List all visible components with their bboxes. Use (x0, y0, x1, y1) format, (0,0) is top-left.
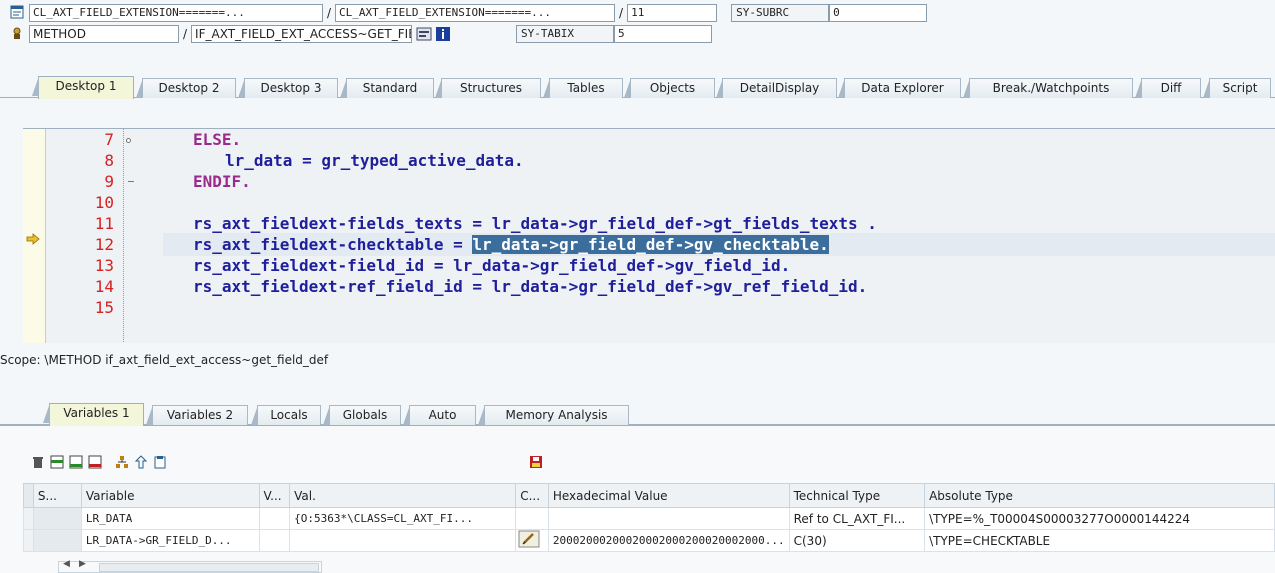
absolute-type-cell: \TYPE=%_T00004S00003277O0000144224 (924, 507, 1275, 530)
desktop-tabbar: Desktop 1 Desktop 2 Desktop 3 Standard S… (0, 74, 1275, 99)
append-row-icon[interactable] (69, 455, 83, 469)
tab-diff[interactable]: Diff (1135, 78, 1201, 98)
technical-type-cell: C(30) (788, 529, 926, 552)
variable-cell[interactable]: LR_DATA (80, 507, 260, 530)
table-header-row: S... Variable V... Val. C... Hexadecimal… (23, 483, 1275, 508)
column-header[interactable]: V... (258, 483, 291, 508)
row-selector[interactable] (32, 529, 82, 552)
tab-globals[interactable]: Globals (323, 405, 401, 425)
tab-auto[interactable]: Auto (403, 405, 476, 425)
code-line[interactable]: rs_axt_fieldext-fields_texts = lr_data->… (193, 213, 877, 234)
tab-desktop-3[interactable]: Desktop 3 (238, 78, 338, 98)
scroll-left-icon[interactable]: ◀ (63, 559, 70, 569)
save-icon[interactable] (529, 455, 543, 469)
horizontal-scrollbar[interactable]: ◀ ▶ (58, 559, 322, 573)
clipboard-icon[interactable] (153, 455, 167, 469)
event-name-field[interactable]: IF_AXT_FIELD_EXT_ACCESS~GET_FIELD_DEF (C… (191, 25, 413, 43)
line-number: 8 (104, 151, 114, 170)
absolute-type-cell: \TYPE=CHECKTABLE (924, 529, 1275, 552)
value-cell[interactable] (289, 529, 517, 552)
tab-variables-1[interactable]: Variables 1 (43, 403, 144, 426)
scroll-right-icon[interactable]: ▶ (79, 559, 86, 569)
info-icon[interactable] (435, 26, 451, 42)
tab-tables[interactable]: Tables (543, 78, 623, 98)
line-numbers: 7 8 9 10 11 12 13 14 15 (46, 129, 118, 343)
sysvar-name-tabix: SY-TABIX (516, 25, 615, 43)
code-line-current[interactable]: rs_axt_fieldext-checktable = lr_data->gr… (193, 234, 829, 255)
insert-row-icon[interactable] (50, 455, 64, 469)
sysvar-name-subrc: SY-SUBRC (731, 4, 830, 22)
table-row[interactable]: LR_DATA {O:5363*\CLASS=CL_AXT_FI... Ref … (23, 507, 1275, 530)
fold-end-icon (128, 181, 134, 182)
tab-structures[interactable]: Structures (435, 78, 541, 98)
sysvar-value-subrc: 0 (829, 4, 928, 22)
event-row: METHOD / IF_AXT_FIELD_EXT_ACCESS~GET_FIE… (10, 24, 713, 44)
delete-icon[interactable] (31, 455, 45, 469)
line-number: 12 (94, 235, 114, 254)
edit-cell[interactable] (515, 529, 549, 552)
variables-tabbar: Variables 1 Variables 2 Locals Globals A… (0, 401, 1275, 426)
line-number: 7 (104, 130, 114, 149)
event-type-field[interactable]: METHOD (29, 25, 179, 43)
row-selector[interactable] (32, 507, 82, 530)
tab-locals[interactable]: Locals (251, 405, 321, 425)
column-header[interactable]: Technical Type (788, 483, 926, 508)
tab-variables-2[interactable]: Variables 2 (146, 405, 248, 425)
current-line-arrow-icon (26, 233, 40, 248)
column-header[interactable]: S... (32, 483, 82, 508)
column-header[interactable]: Variable (80, 483, 260, 508)
pencil-icon[interactable] (518, 530, 540, 551)
value-cell[interactable]: {O:5363*\CLASS=CL_AXT_FI... (289, 507, 517, 530)
scroll-thumb[interactable] (99, 563, 319, 572)
tab-objects[interactable]: Objects (624, 78, 715, 98)
tab-standard[interactable]: Standard (340, 78, 434, 98)
code-line[interactable]: ELSE. (193, 129, 241, 150)
line-number: 10 (94, 193, 114, 212)
fold-marker-icon[interactable] (126, 138, 131, 143)
program-row: CL_AXT_FIELD_EXTENSION=======... / CL_AX… (10, 3, 928, 23)
tab-desktop-1[interactable]: Desktop 1 (32, 76, 134, 99)
variable-cell[interactable]: LR_DATA->GR_FIELD_D... (80, 529, 260, 552)
variables-toolbar (31, 455, 167, 469)
hex-cell (547, 507, 790, 530)
column-header[interactable]: Absolute Type (924, 483, 1275, 508)
column-header[interactable]: C... (515, 483, 549, 508)
method-icon (10, 26, 26, 42)
tab-detaildisplay[interactable]: DetailDisplay (716, 78, 837, 98)
main-program-field[interactable]: CL_AXT_FIELD_EXTENSION=======... (29, 4, 323, 22)
source-editor[interactable]: 7 8 9 10 11 12 13 14 15 ELSE. lr_data = … (23, 128, 1275, 343)
tab-break-watchpoints[interactable]: Break./Watchpoints (963, 78, 1133, 98)
code-selection: lr_data->gr_field_def->gv_checktable. (472, 235, 829, 254)
hierarchy-icon[interactable] (115, 455, 129, 469)
navigate-icon[interactable] (416, 26, 432, 42)
tab-script[interactable]: Script (1203, 78, 1271, 98)
line-number: 14 (94, 277, 114, 296)
table-row[interactable]: LR_DATA->GR_FIELD_D... 20002000200020002… (23, 529, 1275, 552)
fold-guide (123, 129, 124, 343)
code-line[interactable]: ENDIF. (193, 171, 251, 192)
code-plain: rs_axt_fieldext-checktable = (193, 235, 473, 254)
delete-row-icon[interactable] (88, 455, 102, 469)
variables-table: S... Variable V... Val. C... Hexadecimal… (23, 483, 1275, 552)
line-number: 11 (94, 214, 114, 233)
include-field[interactable]: CL_AXT_FIELD_EXTENSION=======... (335, 4, 616, 22)
column-header[interactable]: Hexadecimal Value (547, 483, 790, 508)
tab-data-explorer[interactable]: Data Explorer (838, 78, 961, 98)
tab-desktop-2[interactable]: Desktop 2 (136, 78, 236, 98)
scope-label: Scope: \METHOD if_axt_field_ext_access~g… (0, 353, 329, 367)
line-field[interactable]: 11 (627, 4, 718, 22)
code-line[interactable]: rs_axt_fieldext-field_id = lr_data->gr_f… (193, 255, 790, 276)
code-line[interactable]: lr_data = gr_typed_active_data. (225, 150, 524, 171)
line-number: 13 (94, 256, 114, 275)
breakpoint-gutter[interactable] (23, 129, 46, 343)
hex-cell: 20002000200020002000200020002000... (547, 529, 790, 552)
technical-type-cell: Ref to CL_AXT_FI... (788, 507, 926, 530)
program-icon (10, 5, 26, 21)
tab-memory-analysis[interactable]: Memory Analysis (478, 405, 629, 425)
column-header[interactable]: Val. (289, 483, 517, 508)
sysvar-value-tabix: 5 (614, 25, 713, 43)
arrows-icon[interactable] (134, 455, 148, 469)
code-line[interactable]: rs_axt_fieldext-ref_field_id = lr_data->… (193, 276, 867, 297)
line-number: 9 (104, 172, 114, 191)
